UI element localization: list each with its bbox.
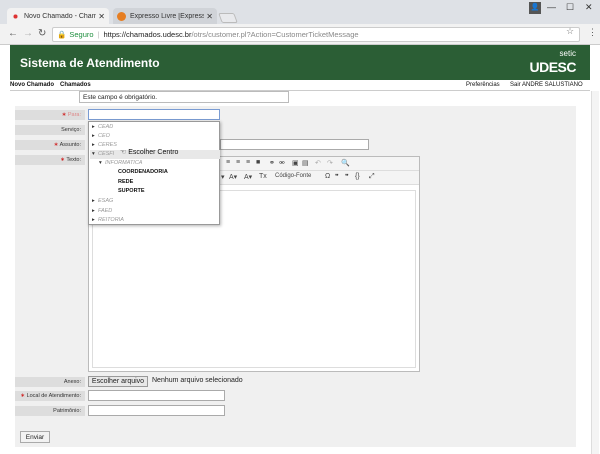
hand-pointer-icon: ☜ — [120, 149, 127, 156]
forward-icon[interactable]: → — [23, 28, 33, 39]
clear-format-icon[interactable]: Tx — [259, 173, 267, 180]
tab-title: Expresso Livre [Expresso — [130, 12, 205, 20]
label-texto: ∗ Texto: — [15, 155, 85, 165]
page-scrollbar[interactable] — [591, 91, 599, 454]
bg-color-icon[interactable]: A▾ — [244, 173, 252, 181]
label-assunto: ∗ Assunto: — [15, 140, 85, 150]
required-tooltip: Este campo é obrigatório. — [79, 91, 289, 103]
tree-item-esag[interactable]: ▸ ESAG — [92, 198, 113, 204]
file-status: Nenhum arquivo selecionado — [152, 377, 243, 384]
label-para: ∗ Para: — [15, 110, 85, 120]
setic-logo: setic — [559, 49, 576, 58]
minimize-icon[interactable]: — — [547, 2, 556, 12]
omega-icon[interactable]: Ω — [325, 173, 330, 180]
label-patrimonio: Patrimônio: — [15, 406, 85, 416]
tree-item-faed[interactable]: ▸ FAED — [92, 208, 112, 214]
address-bar: ← → ↻ 🔒 Seguro | https://chamados.udesc.… — [0, 24, 600, 45]
url-host: https://chamados.udesc.br — [103, 30, 192, 39]
tree-item-rede[interactable]: REDE — [118, 179, 133, 185]
browser-titlebar: Novo Chamado - Chama ✕ Expresso Livre [E… — [0, 0, 600, 24]
link-icon[interactable]: ⚭ — [269, 159, 275, 167]
align-justify-icon[interactable]: ■ — [256, 159, 260, 166]
assunto-input[interactable] — [220, 139, 369, 150]
choose-center-tooltip: ☜ Escolher Centro — [120, 149, 179, 156]
otrs-favicon-icon — [11, 11, 20, 21]
url-separator: | — [97, 30, 100, 39]
close-tab-icon[interactable]: ✕ — [98, 12, 105, 21]
text-color-icon[interactable]: A▾ — [229, 173, 237, 181]
url-field[interactable]: 🔒 Seguro | https://chamados.udesc.br /ot… — [52, 27, 580, 42]
tree-item-cead[interactable]: ▸ CEAD — [92, 124, 113, 130]
secure-label: Seguro — [69, 30, 94, 39]
align-left-icon[interactable]: ≡ — [226, 159, 230, 166]
label-local: ∗ Local de Atendimento: — [15, 391, 85, 401]
tab-title: Novo Chamado - Chama — [24, 12, 97, 20]
tab-expresso[interactable]: Expresso Livre [Expresso ✕ — [113, 8, 217, 24]
align-center-icon[interactable]: ≡ — [236, 159, 240, 166]
undo-icon[interactable]: ↶ — [315, 159, 321, 167]
nav-chamados[interactable]: Chamados — [60, 82, 91, 88]
close-window-icon[interactable]: ✕ — [585, 2, 593, 13]
table-icon[interactable]: ▤ — [302, 159, 309, 167]
udesc-logo: UDESC — [529, 59, 576, 75]
para-select[interactable] — [88, 109, 220, 120]
nav-sair[interactable]: Sair ANDRE SALUSTIANO — [510, 82, 583, 88]
tab-novo-chamado[interactable]: Novo Chamado - Chama ✕ — [7, 8, 109, 24]
nav-preferencias[interactable]: Preferências — [466, 82, 500, 88]
tree-item-cesfi[interactable]: ▾ CESFI — [92, 151, 114, 157]
menu-icon[interactable]: ⋮ — [588, 27, 597, 38]
tree-item-coordenadoria[interactable]: COORDENADORIA — [118, 169, 168, 175]
tree-item-suporte[interactable]: SUPORTE — [118, 188, 145, 194]
tree-item-informatica[interactable]: ▾ INFORMATICA — [99, 160, 142, 166]
new-tab-button[interactable] — [218, 13, 238, 23]
app-title: Sistema de Atendimento — [20, 56, 160, 70]
close-tab-icon[interactable]: ✕ — [206, 12, 213, 21]
nav-bar: Novo Chamado Chamados Preferências Sair … — [10, 80, 590, 91]
nav-novo-chamado[interactable]: Novo Chamado — [10, 82, 54, 88]
align-right-icon[interactable]: ≡ — [246, 159, 250, 166]
expresso-favicon-icon — [117, 11, 126, 21]
dropdown-arrow-icon[interactable]: ▾ — [221, 173, 225, 181]
unlink-icon[interactable]: ⚮ — [279, 159, 285, 167]
app-header: Sistema de Atendimento setic UDESC — [10, 45, 590, 80]
bookmark-star-icon[interactable]: ☆ — [566, 26, 574, 37]
maximize-icon[interactable]: ☐ — [566, 2, 574, 13]
image-icon[interactable]: ▣ — [292, 159, 299, 167]
back-icon[interactable]: ← — [8, 28, 18, 39]
redo-icon[interactable]: ↷ — [327, 159, 333, 167]
lock-icon: 🔒 — [57, 30, 67, 39]
tree-item-ceres[interactable]: ▸ CERES — [92, 142, 117, 148]
choose-file-button[interactable]: Escolher arquivo — [88, 376, 148, 387]
profile-icon[interactable]: 👤 — [529, 2, 541, 14]
local-input[interactable] — [88, 390, 225, 401]
find-icon[interactable]: 🔍 — [341, 159, 350, 167]
tree-item-reitoria[interactable]: ▸ REITORIA — [92, 217, 124, 223]
submit-button[interactable]: Enviar — [20, 431, 50, 443]
codigo-fonte-button[interactable]: Código-Fonte — [275, 173, 311, 179]
reload-icon[interactable]: ↻ — [38, 28, 46, 39]
fullscreen-icon[interactable]: ⤢ — [369, 173, 375, 181]
tree-item-ceo[interactable]: ▸ CEO — [92, 133, 110, 139]
para-dropdown-tree: ▸ CEAD ▸ CEO ▸ CERES ▾ CESFI ▾ INFORMATICA CO… — [88, 121, 220, 225]
quote-icon[interactable]: ❞ — [335, 173, 339, 181]
patrimonio-input[interactable] — [88, 405, 225, 416]
label-anexo: Anexo: — [15, 377, 85, 387]
url-path: /otrs/customer.pl?Action=CustomerTicketM… — [191, 30, 359, 39]
label-servico: Serviço: — [15, 125, 85, 135]
code-icon[interactable]: {} — [355, 173, 360, 180]
quote2-icon[interactable]: ❞ — [345, 173, 349, 181]
